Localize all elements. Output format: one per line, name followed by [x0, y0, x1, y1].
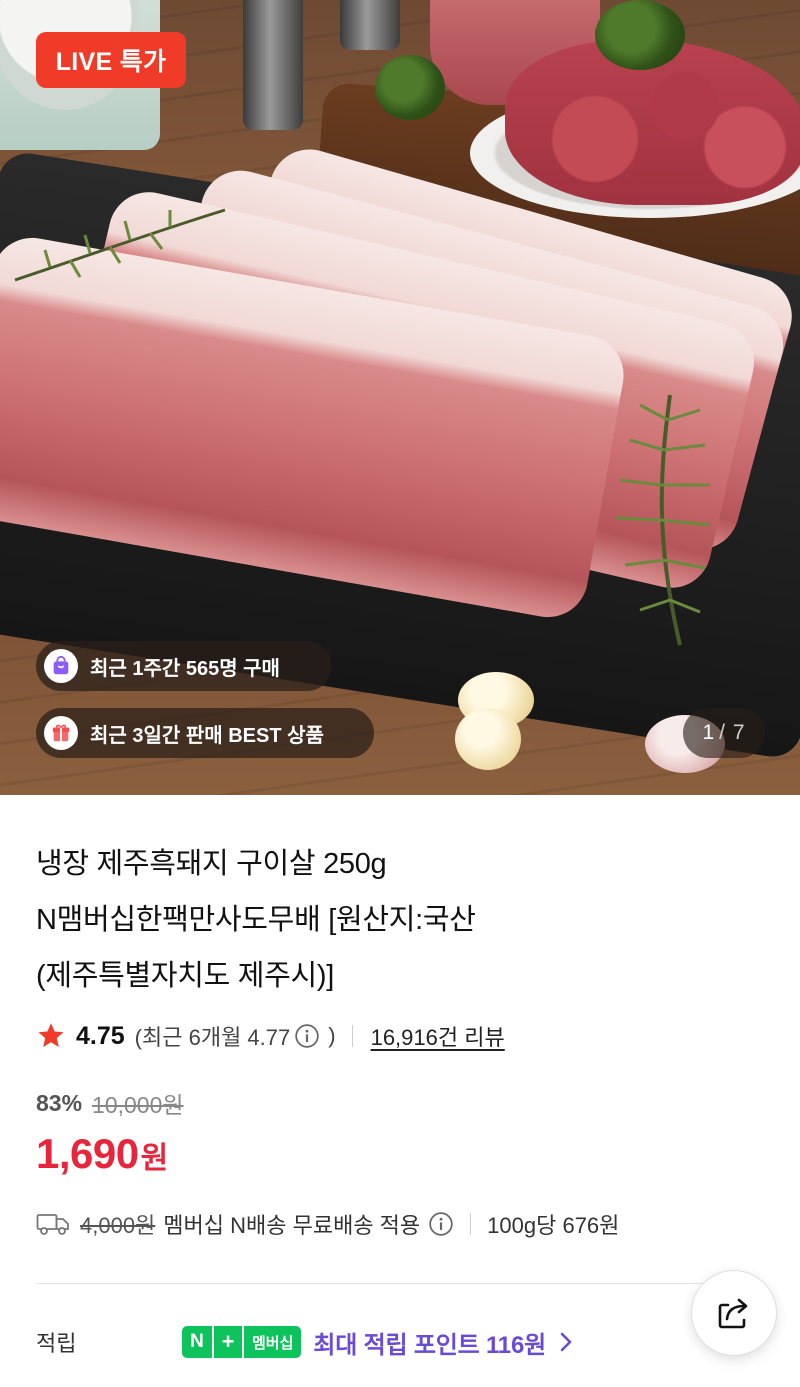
info-icon[interactable] [294, 1023, 320, 1049]
info-icon[interactable] [428, 1211, 454, 1237]
star-icon [38, 1023, 64, 1047]
recent-rating-close: ) [328, 1023, 336, 1048]
rating-row: 4.75 (최근 6개월 4.77 ) 16,916건 리뷰 [36, 1016, 505, 1056]
divider [351, 1025, 353, 1047]
product-title: 냉장 제주흑돼지 구이살 250g N맴버십한팩만사도무배 [원산지:국산 (제… [36, 836, 756, 1004]
pager-current: 1 [702, 721, 716, 744]
shopping-bag-icon [44, 649, 78, 683]
best-seller-pill: 최근 3일간 판매 BEST 상품 [36, 708, 374, 758]
sale-price-currency: 원 [140, 1142, 169, 1175]
image-pager: 1 / 7 [683, 708, 765, 758]
discount-row: 83% 10,000원 [36, 1086, 184, 1120]
rosemary-sprig [614, 394, 711, 646]
gift-icon [44, 716, 78, 750]
divider [470, 1213, 472, 1235]
product-title-line: N맴버십한팩만사도무배 [원산지:국산 [36, 904, 476, 936]
points-row[interactable]: 적립 N + 멤버십 최대 적립 포인트 116원 [36, 1320, 776, 1364]
chevron-right-icon [560, 1332, 572, 1352]
garlic-clove [455, 708, 521, 770]
recent-purchases-pill: 최근 1주간 565명 구매 [36, 641, 332, 691]
shipping-label: 멤버십 N배송 무료배송 적용 [163, 1213, 421, 1238]
recent-rating: (최근 6개월 4.77 [134, 1025, 291, 1050]
recent-purchases-text: 최근 1주간 565명 구매 [90, 657, 280, 680]
truck-icon [36, 1214, 69, 1235]
live-special-badge: LIVE 특가 [36, 32, 186, 88]
section-divider [36, 1283, 726, 1284]
shipping-row: 4,000원 멤버십 N배송 무료배송 적용 100g당 676원 [36, 1206, 619, 1242]
product-title-line: (제주특별자치도 제주시)] [36, 960, 335, 992]
discount-percent: 83% [36, 1089, 83, 1116]
pager-total: / 7 [719, 721, 746, 744]
sale-price-value: 1,690 [36, 1130, 139, 1177]
share-button[interactable] [691, 1270, 777, 1356]
review-count-link[interactable]: 16,916건 리뷰 [371, 1020, 505, 1052]
npay-membership-badge: N + 멤버십 [182, 1326, 302, 1358]
sale-price: 1,690 원 [36, 1130, 168, 1178]
rating-score: 4.75 [76, 1021, 125, 1050]
max-points-text: 최대 적립 포인트 116원 [313, 1331, 546, 1359]
share-icon [718, 1298, 748, 1329]
herb [595, 0, 685, 70]
npay-n-logo: N [182, 1326, 212, 1358]
unit-price: 100g당 676원 [487, 1213, 620, 1238]
rosemary-sprig [14, 208, 226, 282]
bottle [243, 0, 303, 130]
best-seller-text: 최근 3일간 판매 BEST 상품 [90, 724, 324, 747]
product-title-line: 냉장 제주흑돼지 구이살 250g [36, 848, 387, 880]
herb [375, 55, 445, 120]
original-shipping-fee: 4,000원 [80, 1213, 156, 1238]
points-label: 적립 [36, 1331, 77, 1356]
bottle [340, 0, 400, 50]
membership-label: 멤버십 [242, 1326, 302, 1358]
plus-icon: + [212, 1326, 242, 1358]
original-price: 10,000원 [92, 1092, 184, 1118]
